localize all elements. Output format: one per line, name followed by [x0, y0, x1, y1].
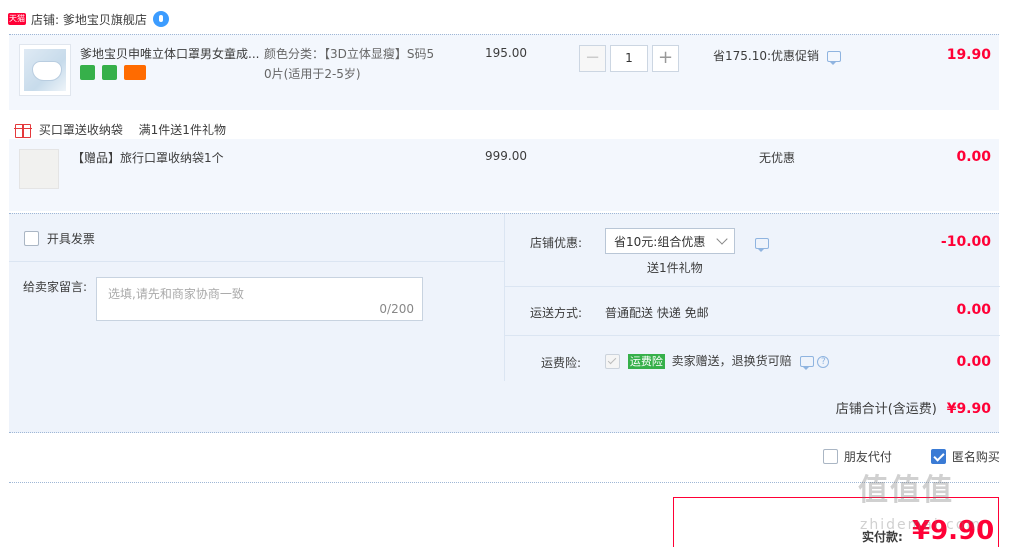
extras-right: 店铺优惠: 省10元:组合优惠 送1件礼物 -10.00 运送方式: 普通配送 … [504, 214, 1000, 382]
item-service-icons [80, 65, 149, 83]
shop-total-row: 店铺合计(含运费) ¥9.90 [9, 381, 999, 433]
promo-text: 省175.10:优惠促销 [713, 49, 820, 63]
memo-textarea[interactable]: 选填,请先和商家协商一致 0/200 [96, 277, 423, 321]
extras-left: 开具发票 给卖家留言: 选填,请先和商家协商一致 0/200 [9, 214, 504, 382]
seven-day-return-icon [80, 65, 95, 80]
gift-title[interactable]: 【赠品】旅行口罩收纳袋1个 [72, 149, 224, 166]
shipping-label: 运送方式: [530, 306, 583, 320]
shop-header: 天猫 店铺: 爹地宝贝旗舰店 [8, 8, 169, 30]
gift-section: 买口罩送收纳袋 满1件送1件礼物 【赠品】旅行口罩收纳袋1个 999.00 无优… [9, 113, 999, 213]
insurance-option: 运费险 卖家赠送，退换货可赔 ? [605, 352, 830, 370]
gift-icon [14, 123, 32, 138]
shipping-amount: 0.00 [956, 302, 991, 318]
insurance-label: 运费险: [541, 356, 582, 370]
friend-pay-option[interactable]: 朋友代付 [823, 448, 892, 465]
item-title[interactable]: 爹地宝贝申唯立体口罩男女童成... [80, 45, 260, 62]
insurance-desc: 卖家赠送，退换货可赔 [671, 354, 792, 368]
gift-discount: 无优惠 [759, 151, 796, 165]
mask-image [24, 49, 66, 91]
gift-header: 买口罩送收纳袋 满1件送1件礼物 [14, 121, 226, 138]
gift-header-rule: 满1件送1件礼物 [138, 123, 226, 137]
item-subtotal: 19.90 [946, 47, 991, 63]
invoice-label: 开具发票 [46, 232, 95, 246]
item-promo: 省175.10:优惠促销 [713, 47, 841, 65]
invoice-option[interactable]: 开具发票 [24, 230, 95, 247]
comment-icon[interactable] [826, 51, 841, 65]
quantity-stepper: − 1 + [579, 45, 679, 72]
order-extras: 开具发票 给卖家留言: 选填,请先和商家协商一致 0/200 店铺优惠: 省10… [9, 213, 1000, 382]
comment-icon[interactable] [755, 238, 769, 252]
anonymous-label: 匿名购买 [951, 450, 1000, 464]
quantity-plus-button[interactable]: + [652, 45, 679, 72]
memo-char-count: 0/200 [379, 302, 414, 316]
quantity-minus-button[interactable]: − [579, 45, 606, 72]
shop-discount-note: 送1件礼物 [647, 261, 703, 275]
item-price: 195.00 [485, 46, 527, 60]
divider [505, 286, 1000, 287]
watermark-logo: 值值值 [858, 473, 954, 508]
divider [9, 482, 999, 483]
gift-thumbnail[interactable] [19, 149, 59, 189]
shop-total-label: 店铺合计(含运费) [835, 402, 937, 417]
gift-header-title: 买口罩送收纳袋 [38, 123, 123, 137]
shipping-value: 普通配送 快递 免邮 [605, 306, 709, 320]
shop-name[interactable]: 店铺: 爹地宝贝旗舰店 [31, 11, 147, 28]
insurance-checkbox [605, 354, 620, 369]
memo-label: 给卖家留言: [23, 280, 88, 294]
help-icon[interactable]: ? [817, 355, 830, 368]
divider [9, 261, 504, 262]
chevron-down-icon [716, 233, 728, 245]
tmall-icon: 天猫 [8, 13, 26, 25]
anonymous-option[interactable]: 匿名购买 [931, 448, 1000, 465]
shop-discount-amount: -10.00 [940, 234, 991, 250]
guarantee-icon [101, 65, 117, 80]
shop-discount-value: 省10元:组合优惠 [614, 234, 706, 249]
sku-line-1: 颜色分类：【3D立体显瘦】S码5 [264, 47, 435, 61]
invoice-checkbox[interactable] [24, 231, 39, 246]
friend-pay-label: 朋友代付 [843, 450, 892, 464]
memo-placeholder: 选填,请先和商家协商一致 [108, 287, 244, 301]
insurance-amount: 0.00 [956, 354, 991, 370]
comment-icon[interactable] [799, 356, 814, 370]
sku-line-2: 0片(适用于2-5岁) [264, 67, 361, 81]
divider [505, 335, 1000, 336]
insurance-tag: 运费险 [627, 354, 665, 369]
gift-price: 999.00 [485, 149, 527, 163]
shop-discount-label: 店铺优惠: [530, 236, 583, 250]
item-sku: 颜色分类：【3D立体显瘦】S码5 0片(适用于2-5岁) [264, 44, 474, 84]
item-thumbnail[interactable] [19, 44, 71, 96]
anonymous-checkbox[interactable] [931, 449, 946, 464]
shop-total: 店铺合计(含运费) ¥9.90 [836, 398, 991, 417]
friend-pay-checkbox[interactable] [823, 449, 838, 464]
item-row: 爹地宝贝申唯立体口罩男女童成... 颜色分类：【3D立体显瘦】S码5 0片(适用… [9, 34, 999, 110]
shop-discount-select[interactable]: 省10元:组合优惠 [605, 228, 735, 254]
wangwang-chat-icon[interactable] [152, 11, 169, 27]
gift-subtotal: 0.00 [956, 149, 991, 165]
quantity-input[interactable]: 1 [610, 45, 648, 72]
watermark-site: zhidemai.com [860, 517, 983, 533]
credit-card-icon [123, 65, 146, 80]
gift-row: 【赠品】旅行口罩收纳袋1个 999.00 无优惠 0.00 [9, 139, 999, 211]
shop-total-value: ¥9.90 [946, 401, 991, 417]
